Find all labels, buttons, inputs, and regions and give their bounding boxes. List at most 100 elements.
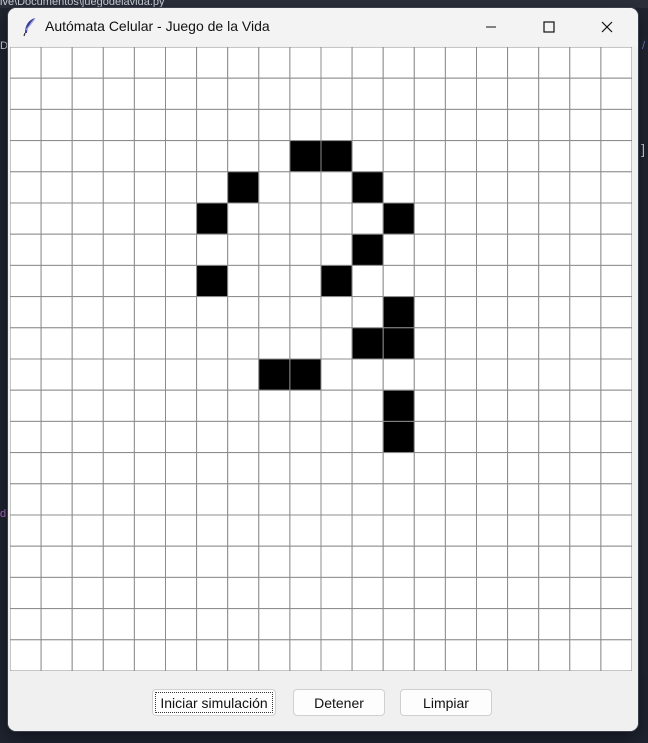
cell-dead[interactable] xyxy=(196,576,229,610)
cell-dead[interactable] xyxy=(227,639,260,671)
maximize-button[interactable] xyxy=(526,8,572,46)
cell-dead[interactable] xyxy=(569,452,602,485)
cell-dead[interactable] xyxy=(289,233,322,266)
cell-dead[interactable] xyxy=(258,140,291,173)
cell-dead[interactable] xyxy=(538,77,571,110)
cell-dead[interactable] xyxy=(133,358,167,391)
cell-dead[interactable] xyxy=(538,483,571,516)
cell-dead[interactable] xyxy=(165,452,198,485)
cell-dead[interactable] xyxy=(569,358,602,391)
cell-dead[interactable] xyxy=(444,420,477,454)
cell-dead[interactable] xyxy=(102,140,135,173)
cell-dead[interactable] xyxy=(538,452,571,485)
cell-dead[interactable] xyxy=(40,483,73,516)
cell-dead[interactable] xyxy=(258,452,291,485)
cell-dead[interactable] xyxy=(133,389,167,422)
cell-dead[interactable] xyxy=(507,47,540,79)
cell-dead[interactable] xyxy=(196,108,229,142)
cell-dead[interactable] xyxy=(102,389,135,422)
cell-dead[interactable] xyxy=(320,389,353,422)
cell-dead[interactable] xyxy=(413,77,446,110)
cell-dead[interactable] xyxy=(320,358,353,391)
cell-dead[interactable] xyxy=(351,639,384,671)
cell-dead[interactable] xyxy=(413,452,446,485)
cell-dead[interactable] xyxy=(102,202,135,235)
cell-dead[interactable] xyxy=(102,608,135,641)
cell-dead[interactable] xyxy=(382,576,415,610)
cell-alive[interactable] xyxy=(227,171,260,204)
cell-dead[interactable] xyxy=(569,576,602,610)
cell-dead[interactable] xyxy=(71,108,104,142)
cell-dead[interactable] xyxy=(476,233,509,266)
cell-alive[interactable] xyxy=(382,296,415,329)
cell-dead[interactable] xyxy=(71,171,104,204)
cell-dead[interactable] xyxy=(538,545,571,578)
cell-dead[interactable] xyxy=(382,77,415,110)
cell-dead[interactable] xyxy=(600,576,632,610)
cell-dead[interactable] xyxy=(476,171,509,204)
cell-dead[interactable] xyxy=(476,202,509,235)
cell-dead[interactable] xyxy=(320,545,353,578)
cell-dead[interactable] xyxy=(40,420,73,454)
cell-dead[interactable] xyxy=(569,202,602,235)
cell-dead[interactable] xyxy=(476,77,509,110)
cell-dead[interactable] xyxy=(600,608,632,641)
cell-dead[interactable] xyxy=(569,77,602,110)
cell-dead[interactable] xyxy=(382,514,415,547)
cell-alive[interactable] xyxy=(382,389,415,422)
cell-dead[interactable] xyxy=(507,389,540,422)
cell-dead[interactable] xyxy=(40,452,73,485)
cell-dead[interactable] xyxy=(227,233,260,266)
cell-dead[interactable] xyxy=(507,420,540,454)
cell-dead[interactable] xyxy=(165,545,198,578)
cell-dead[interactable] xyxy=(413,576,446,610)
cell-dead[interactable] xyxy=(320,483,353,516)
cell-dead[interactable] xyxy=(10,639,42,671)
cell-dead[interactable] xyxy=(40,545,73,578)
cell-dead[interactable] xyxy=(196,545,229,578)
cell-dead[interactable] xyxy=(10,233,42,266)
cell-dead[interactable] xyxy=(289,47,322,79)
cell-dead[interactable] xyxy=(444,483,477,516)
cell-dead[interactable] xyxy=(569,389,602,422)
cell-dead[interactable] xyxy=(289,608,322,641)
cell-dead[interactable] xyxy=(258,327,291,360)
cell-dead[interactable] xyxy=(40,389,73,422)
cell-dead[interactable] xyxy=(40,233,73,266)
cell-dead[interactable] xyxy=(569,545,602,578)
cell-dead[interactable] xyxy=(538,171,571,204)
cell-dead[interactable] xyxy=(165,483,198,516)
cell-dead[interactable] xyxy=(289,514,322,547)
cell-dead[interactable] xyxy=(600,327,632,360)
cell-dead[interactable] xyxy=(102,545,135,578)
cell-dead[interactable] xyxy=(538,576,571,610)
cell-dead[interactable] xyxy=(71,140,104,173)
cell-dead[interactable] xyxy=(258,483,291,516)
cell-dead[interactable] xyxy=(538,327,571,360)
cell-dead[interactable] xyxy=(10,452,42,485)
cell-dead[interactable] xyxy=(71,420,104,454)
cell-dead[interactable] xyxy=(507,296,540,329)
cell-dead[interactable] xyxy=(102,358,135,391)
cell-dead[interactable] xyxy=(320,296,353,329)
cell-dead[interactable] xyxy=(227,514,260,547)
cell-dead[interactable] xyxy=(133,576,167,610)
cell-dead[interactable] xyxy=(71,233,104,266)
cell-dead[interactable] xyxy=(320,327,353,360)
cell-dead[interactable] xyxy=(569,171,602,204)
cell-dead[interactable] xyxy=(351,389,384,422)
cell-dead[interactable] xyxy=(165,171,198,204)
cell-dead[interactable] xyxy=(102,171,135,204)
cell-dead[interactable] xyxy=(600,77,632,110)
cell-dead[interactable] xyxy=(196,389,229,422)
cell-dead[interactable] xyxy=(227,545,260,578)
cell-dead[interactable] xyxy=(102,77,135,110)
cell-dead[interactable] xyxy=(196,639,229,671)
cell-dead[interactable] xyxy=(444,545,477,578)
cell-dead[interactable] xyxy=(476,545,509,578)
cell-dead[interactable] xyxy=(133,327,167,360)
cell-dead[interactable] xyxy=(569,608,602,641)
cell-dead[interactable] xyxy=(476,483,509,516)
cell-dead[interactable] xyxy=(413,47,446,79)
cell-dead[interactable] xyxy=(320,514,353,547)
